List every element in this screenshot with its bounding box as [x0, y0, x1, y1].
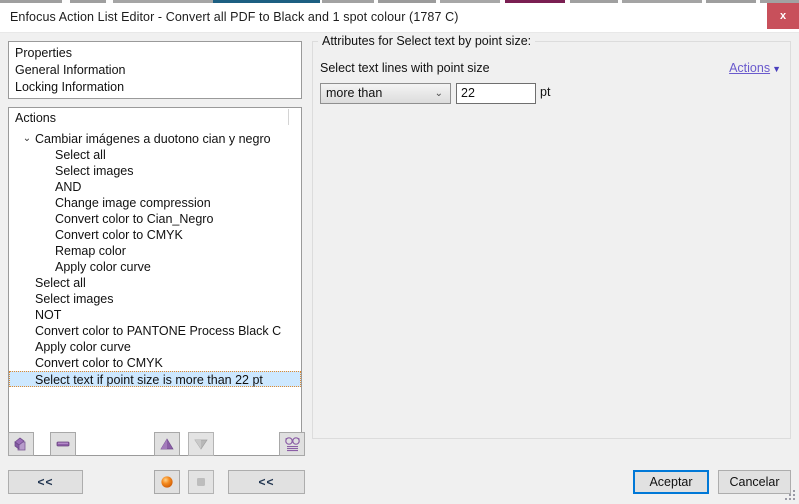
move-up-icon [159, 436, 175, 452]
actions-column-divider [288, 109, 289, 125]
properties-panel[interactable]: Properties General Information Locking I… [8, 41, 302, 99]
preview-button[interactable] [279, 432, 305, 456]
resize-grip[interactable] [785, 490, 797, 502]
add-action-button[interactable] [8, 432, 34, 456]
list-item-label: Apply color curve [55, 260, 151, 274]
point-size-field-label: Select text lines with point size [320, 61, 490, 75]
list-item-label: Select text if point size is more than 2… [35, 373, 263, 387]
list-item-label: Change image compression [55, 196, 211, 210]
orange-sphere-icon [159, 474, 175, 490]
disable-action-button [188, 470, 214, 494]
actions-panel-header: Actions [15, 111, 56, 125]
properties-item-locking-information[interactable]: Locking Information [15, 80, 124, 94]
operator-select-value: more than [326, 86, 383, 100]
point-size-input[interactable]: 22 [456, 83, 536, 104]
properties-item-general-information[interactable]: General Information [15, 63, 125, 77]
table-row[interactable]: Select all [9, 147, 301, 163]
chevron-down-icon: ⌄ [434, 88, 443, 99]
client-area: Properties General Information Locking I… [0, 33, 799, 504]
list-item-label: Convert color to PANTONE Process Black C [35, 324, 282, 338]
list-item-label: Remap color [55, 244, 126, 258]
actions-panel[interactable]: Actions ⌄ Cambiar imágenes a duotono cian… [8, 107, 302, 456]
table-row[interactable]: Convert color to PANTONE Process Black C [9, 323, 301, 339]
list-item-label: Select images [55, 164, 134, 178]
glasses-preview-icon [284, 436, 301, 452]
action-list-editor-window: Enfocus Action List Editor - Convert all… [0, 0, 799, 504]
accept-button[interactable]: Aceptar [633, 470, 709, 494]
table-row[interactable]: Apply color curve [9, 339, 301, 355]
collapse-right-button[interactable]: << [228, 470, 305, 494]
move-down-button [188, 432, 214, 456]
move-up-button[interactable] [154, 432, 180, 456]
window-title: Enfocus Action List Editor - Convert all… [10, 10, 459, 24]
remove-action-icon [55, 436, 71, 452]
table-row[interactable]: Select images [9, 291, 301, 307]
attributes-actions-link[interactable]: Actions ▼ [729, 61, 781, 75]
attributes-legend: Attributes for Select text by point size… [318, 34, 536, 48]
table-row[interactable]: Change image compression [9, 195, 301, 211]
chevron-down-icon: ▼ [772, 63, 781, 74]
attributes-actions-link-text: Actions [729, 61, 771, 75]
list-item-label: Convert color to CMYK [35, 356, 163, 370]
list-item-label: Cambiar imágenes a duotono cian y negro [35, 132, 271, 146]
collapse-left-button[interactable]: << [8, 470, 83, 494]
cancel-button[interactable]: Cancelar [718, 470, 791, 494]
table-row[interactable]: Convert color to CMYK [9, 355, 301, 371]
list-item-label: Select images [35, 292, 114, 306]
list-item-label: Select all [55, 148, 106, 162]
table-row[interactable]: AND [9, 179, 301, 195]
operator-select[interactable]: more than ⌄ [320, 83, 451, 104]
list-item-label: Select all [35, 276, 86, 290]
table-row[interactable]: Apply color curve [9, 259, 301, 275]
list-item-label: Apply color curve [35, 340, 131, 354]
move-down-icon [193, 436, 209, 452]
table-row[interactable]: Remap color [9, 243, 301, 259]
enable-action-button[interactable] [154, 470, 180, 494]
table-row[interactable]: Convert color to Cian_Negro [9, 211, 301, 227]
table-row[interactable]: Convert color to CMYK [9, 227, 301, 243]
list-item-label: Convert color to Cian_Negro [55, 212, 214, 226]
table-row[interactable]: NOT [9, 307, 301, 323]
add-action-icon [13, 436, 29, 452]
remove-action-button[interactable] [50, 432, 76, 456]
actions-list[interactable]: ⌄ Cambiar imágenes a duotono cian y negro… [9, 131, 301, 387]
table-row[interactable]: ⌄ Cambiar imágenes a duotono cian y negro [9, 131, 301, 147]
close-icon[interactable]: x [767, 3, 799, 29]
point-size-unit-label: pt [540, 85, 551, 99]
list-item-label: Convert color to CMYK [55, 228, 183, 242]
list-item-label: NOT [35, 308, 62, 322]
table-row[interactable]: Select all [9, 275, 301, 291]
gray-square-icon [193, 474, 209, 490]
table-row[interactable]: Select text if point size is more than 2… [9, 371, 301, 387]
properties-item-properties[interactable]: Properties [15, 46, 72, 60]
list-item-label: AND [55, 180, 82, 194]
table-row[interactable]: Select images [9, 163, 301, 179]
title-bar: Enfocus Action List Editor - Convert all… [0, 3, 799, 33]
